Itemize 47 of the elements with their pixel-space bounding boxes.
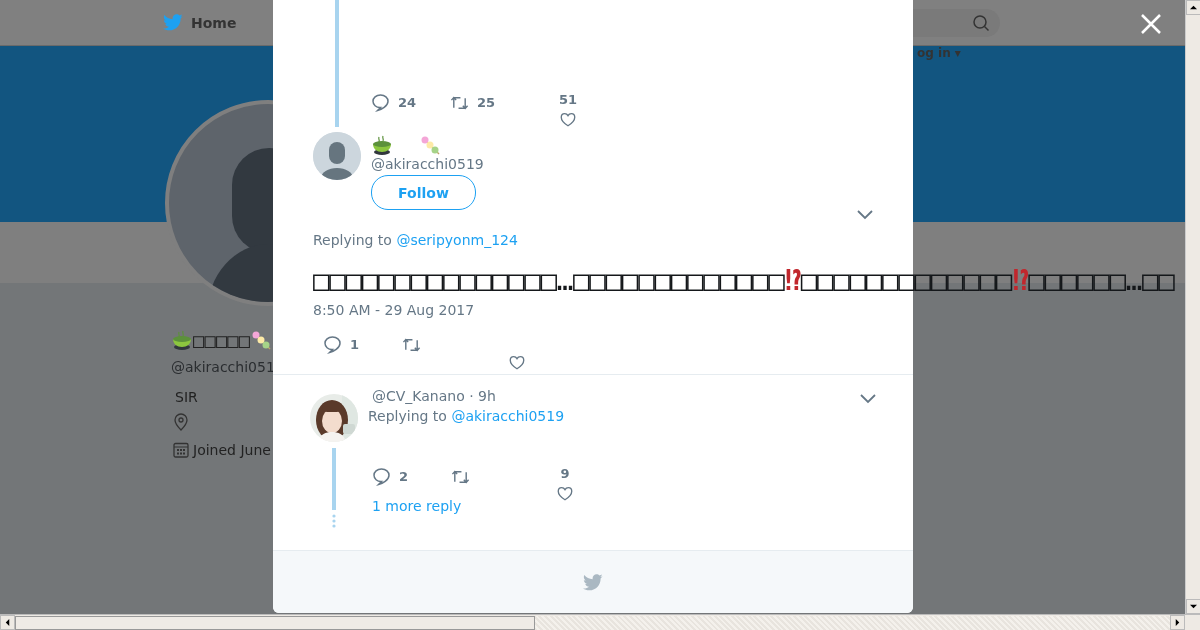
mention-link[interactable]: @seripyonm_124 — [396, 232, 518, 248]
tweet-text: □□□□□□□□□□□□□□□…□□□□□□□□□□□□□⁉□□□□□□□□□□□□□⁉□□□□□□…□□ — [313, 263, 1175, 298]
tweet-timestamp: 8:50 AM - 29 Aug 2017 — [313, 302, 476, 318]
reply-icon — [371, 92, 390, 112]
reply-button[interactable]: 2 — [372, 466, 451, 486]
thread-dots-icon — [332, 514, 336, 528]
tea-cup-icon — [171, 329, 193, 351]
heart-icon — [556, 484, 574, 502]
like-button[interactable]: 51 — [559, 92, 578, 127]
profile-name: □□□□□ — [193, 329, 251, 351]
bird-icon — [583, 573, 603, 591]
follow-button[interactable]: Follow — [371, 175, 476, 210]
like-button[interactable]: 9 — [556, 466, 574, 502]
heart-icon — [559, 110, 578, 127]
more-replies-link[interactable]: 1 more reply — [372, 498, 462, 514]
horizontal-scrollbar[interactable] — [0, 614, 1200, 630]
tea-cup-icon — [371, 134, 393, 156]
user-handle[interactable]: @akiracchi0519 — [371, 156, 484, 172]
home-tab[interactable]: Home — [163, 14, 237, 31]
reply-button[interactable]: 1 — [323, 334, 402, 354]
search-icon — [972, 13, 990, 32]
mention-link[interactable]: @akiracchi0519 — [451, 408, 565, 424]
retweet-button[interactable]: 25 — [450, 92, 559, 112]
heart-icon — [508, 353, 526, 371]
dango-icon — [250, 329, 273, 351]
location-pin-icon — [173, 413, 189, 431]
replying-to-text: Replying to @seripyonm_124 — [313, 232, 519, 248]
reply-button[interactable]: 24 — [371, 92, 450, 112]
scroll-right-icon[interactable] — [1174, 619, 1181, 626]
joined-date: Joined June — [193, 442, 271, 458]
vertical-scrollbar[interactable] — [1185, 0, 1200, 614]
reply-author[interactable]: @CV_Kanano · 9h — [372, 388, 496, 404]
chevron-down-icon[interactable] — [857, 210, 873, 220]
scroll-down-icon[interactable] — [1190, 603, 1197, 610]
profile-handle: @akiracchi051 — [171, 359, 275, 375]
profile-bio: SIR — [174, 389, 198, 405]
calendar-icon — [173, 442, 189, 458]
scroll-left-icon[interactable] — [4, 619, 11, 626]
replying-to-text: Replying to @akiracchi0519 — [368, 408, 566, 424]
scroll-up-icon[interactable] — [1190, 4, 1197, 11]
default-avatar — [313, 132, 361, 180]
bird-icon — [163, 14, 183, 31]
dango-icon — [419, 134, 441, 156]
chevron-down-icon[interactable] — [860, 394, 876, 404]
reply-icon — [372, 466, 391, 486]
close-icon[interactable] — [1139, 12, 1163, 36]
reply-icon — [323, 334, 342, 354]
